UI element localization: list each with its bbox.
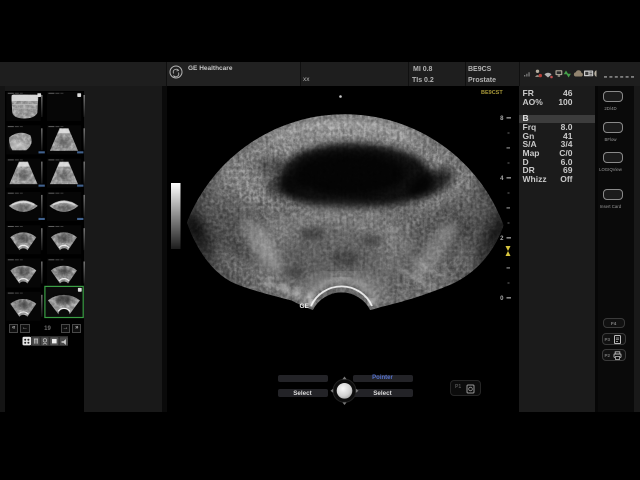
svg-text:8: 8 [500,116,504,122]
svg-text:4: 4 [500,176,504,182]
svg-text:0: 0 [500,296,504,302]
svg-text:2: 2 [500,236,504,242]
